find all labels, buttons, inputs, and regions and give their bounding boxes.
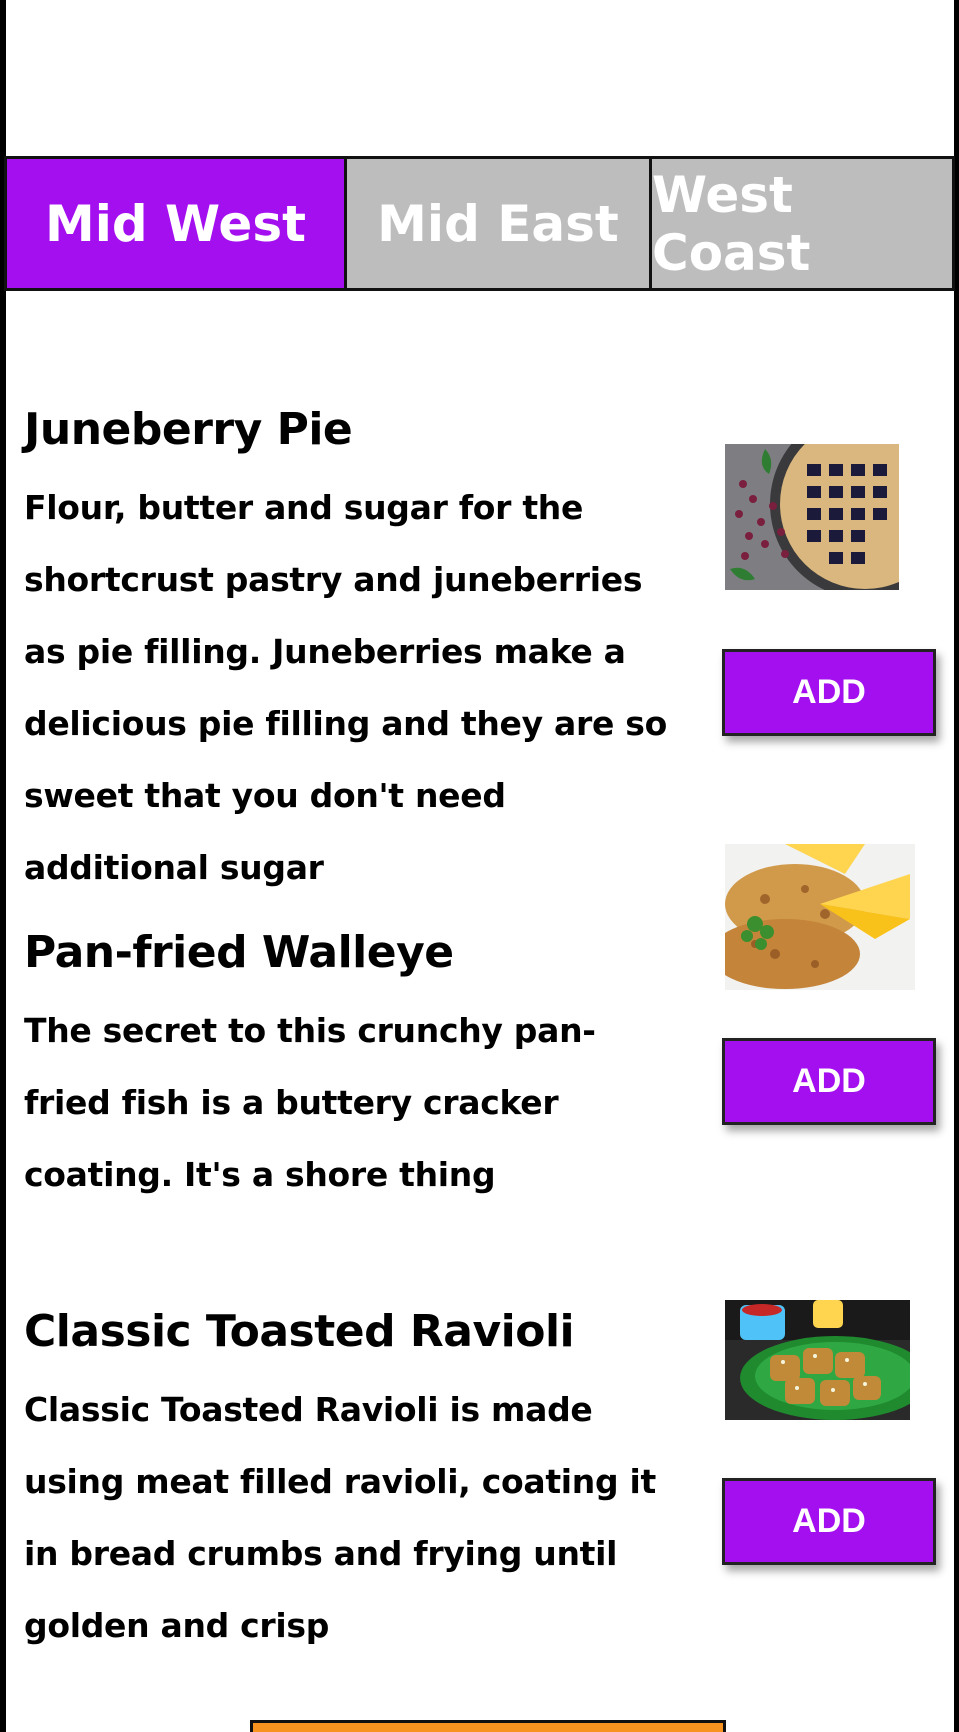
tab-west-coast[interactable]: West Coast [652, 159, 952, 288]
add-button[interactable]: ADD [722, 1478, 936, 1565]
item-description: Classic Toasted Ravioli is made using me… [24, 1390, 656, 1645]
pan-fried-walleye-image [725, 844, 915, 990]
item-title: Pan-fried Walleye [24, 927, 454, 978]
item-title: Juneberry Pie [24, 404, 353, 455]
item-description: Flour, butter and sugar for the shortcru… [24, 488, 667, 887]
bottom-action-button[interactable] [250, 1720, 726, 1732]
item-title: Classic Toasted Ravioli [24, 1306, 575, 1357]
tab-mid-east[interactable]: Mid East [347, 159, 652, 288]
region-tabs: Mid West Mid East West Coast [4, 156, 955, 291]
tab-mid-west[interactable]: Mid West [7, 159, 347, 288]
toasted-ravioli-image [725, 1300, 910, 1420]
add-button[interactable]: ADD [722, 1038, 936, 1125]
add-button[interactable]: ADD [722, 649, 936, 736]
juneberry-pie-image [725, 444, 899, 590]
item-description: The secret to this crunchy pan-fried fis… [24, 1011, 596, 1194]
